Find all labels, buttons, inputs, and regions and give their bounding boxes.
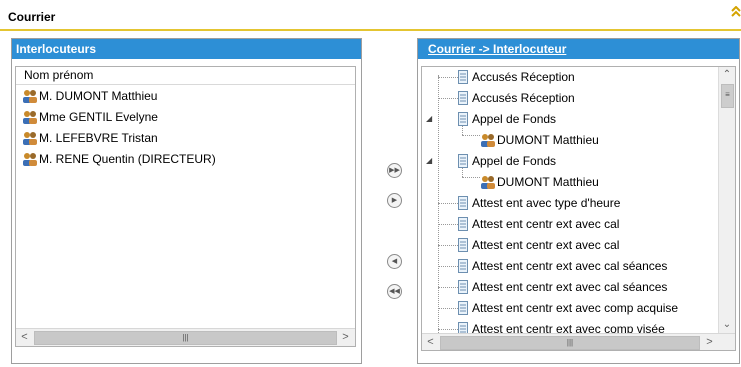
tree-connector [462, 177, 480, 178]
interlocuteurs-list[interactable]: Nom prénom M. DUMONT Matthieu Mme GENTIL… [15, 66, 356, 347]
person-group-icon [22, 152, 38, 166]
vertical-scrollbar[interactable]: ⌃ ≡ ⌄ [718, 67, 735, 333]
tree-node-label: Attest ent centr ext avec cal [472, 238, 620, 252]
document-icon [458, 91, 468, 105]
tree-node-label: Accusés Réception [472, 70, 575, 84]
tree-node[interactable]: ◢ Appel de Fonds [422, 151, 556, 171]
tree-node[interactable]: DUMONT Matthieu [480, 130, 599, 150]
tree-node-label: Attest ent avec type d'heure [472, 196, 621, 210]
tree-node[interactable]: Attest ent centr ext avec cal [438, 214, 619, 234]
document-icon [458, 70, 468, 84]
expanded-triangle-icon[interactable]: ◢ [426, 109, 434, 129]
list-item-label: M. DUMONT Matthieu [39, 89, 158, 103]
horizontal-scrollbar[interactable]: < ||| > [16, 328, 355, 346]
scroll-thumb[interactable]: ≡ [721, 84, 734, 108]
courrier-tree[interactable]: Accusés Réception Accusés Réception ◢ Ap… [421, 66, 736, 351]
right-arrow-icon: ▶ [391, 197, 398, 204]
list-item[interactable]: Mme GENTIL Evelyne [22, 107, 158, 127]
section-header: Courrier [0, 0, 741, 31]
list-item-label: M. RENE Quentin (DIRECTEUR) [39, 152, 216, 166]
tree-node[interactable]: Accusés Réception [438, 88, 575, 108]
courrier-interlocuteur-panel: Courrier -> Interlocuteur Accusés Récept… [417, 38, 740, 364]
tree-node-label: Attest ent centr ext avec cal séances [472, 280, 668, 294]
move-left-button[interactable]: ◀ [387, 254, 402, 269]
scroll-thumb[interactable]: ||| [34, 331, 337, 345]
double-right-arrow-icon: ▶▶ [389, 167, 400, 174]
courrier-interlocuteur-panel-title[interactable]: Courrier -> Interlocuteur [418, 39, 739, 59]
person-group-icon [22, 131, 38, 145]
move-right-button[interactable]: ▶ [387, 193, 402, 208]
double-left-arrow-icon: ◀◀ [389, 288, 400, 295]
expanded-triangle-icon[interactable]: ◢ [426, 151, 434, 171]
section-divider [0, 29, 741, 31]
tree-node[interactable]: Attest ent centr ext avec cal séances [438, 256, 667, 276]
document-icon [458, 280, 468, 294]
document-icon [458, 154, 468, 168]
tree-node-label: Attest ent centr ext avec cal séances [472, 259, 668, 273]
section-title: Courrier [8, 10, 56, 24]
tree-node-label: Appel de Fonds [472, 154, 557, 168]
person-group-icon [480, 133, 496, 147]
document-icon [458, 301, 468, 315]
list-item[interactable]: M. LEFEBVRE Tristan [22, 128, 158, 148]
scroll-left-button[interactable]: < [422, 334, 439, 350]
person-group-icon [22, 89, 38, 103]
tree-node-label: Attest ent centr ext avec comp acquise [472, 301, 679, 315]
move-all-right-button[interactable]: ▶▶ [387, 163, 402, 178]
tree-node[interactable]: Attest ent avec type d'heure [438, 193, 620, 213]
double-chevron-up-icon[interactable] [731, 5, 741, 18]
tree-node-label: DUMONT Matthieu [497, 175, 599, 189]
tree-node[interactable]: Accusés Réception [438, 67, 575, 87]
tree-connector [462, 135, 480, 136]
scroll-thumb[interactable]: ||| [440, 336, 700, 350]
scroll-right-button[interactable]: > [337, 329, 354, 346]
tree-node[interactable]: DUMONT Matthieu [480, 172, 599, 192]
document-icon [458, 196, 468, 210]
scroll-right-button[interactable]: > [701, 334, 718, 350]
column-header-nom-prenom[interactable]: Nom prénom [16, 67, 355, 85]
tree-node-label: DUMONT Matthieu [497, 133, 599, 147]
list-item[interactable]: M. RENE Quentin (DIRECTEUR) [22, 149, 216, 169]
person-group-icon [22, 110, 38, 124]
list-item-label: M. LEFEBVRE Tristan [39, 131, 158, 145]
person-group-icon [480, 175, 496, 189]
interlocuteurs-panel-title: Interlocuteurs [12, 39, 361, 59]
scroll-left-button[interactable]: < [16, 329, 33, 346]
tree-node[interactable]: Attest ent centr ext avec comp acquise [438, 298, 678, 318]
tree-node[interactable]: Attest ent centr ext avec cal séances [438, 277, 667, 297]
scroll-up-button[interactable]: ⌃ [719, 67, 735, 83]
list-item[interactable]: M. DUMONT Matthieu [22, 86, 157, 106]
document-icon [458, 112, 468, 126]
tree-node-label: Appel de Fonds [472, 112, 557, 126]
tree-node-label: Accusés Réception [472, 91, 575, 105]
interlocuteurs-panel: Interlocuteurs Nom prénom M. DUMONT Matt… [11, 38, 362, 364]
list-item-label: Mme GENTIL Evelyne [39, 110, 158, 124]
horizontal-scrollbar[interactable]: < ||| > [422, 333, 735, 350]
tree-node-label: Attest ent centr ext avec cal [472, 217, 620, 231]
tree-node[interactable]: ◢ Appel de Fonds [422, 109, 556, 129]
left-arrow-icon: ◀ [391, 258, 398, 265]
document-icon [458, 259, 468, 273]
move-all-left-button[interactable]: ◀◀ [387, 284, 402, 299]
document-icon [458, 217, 468, 231]
document-icon [458, 238, 468, 252]
tree-node[interactable]: Attest ent centr ext avec cal [438, 235, 619, 255]
scroll-down-button[interactable]: ⌄ [719, 317, 735, 333]
